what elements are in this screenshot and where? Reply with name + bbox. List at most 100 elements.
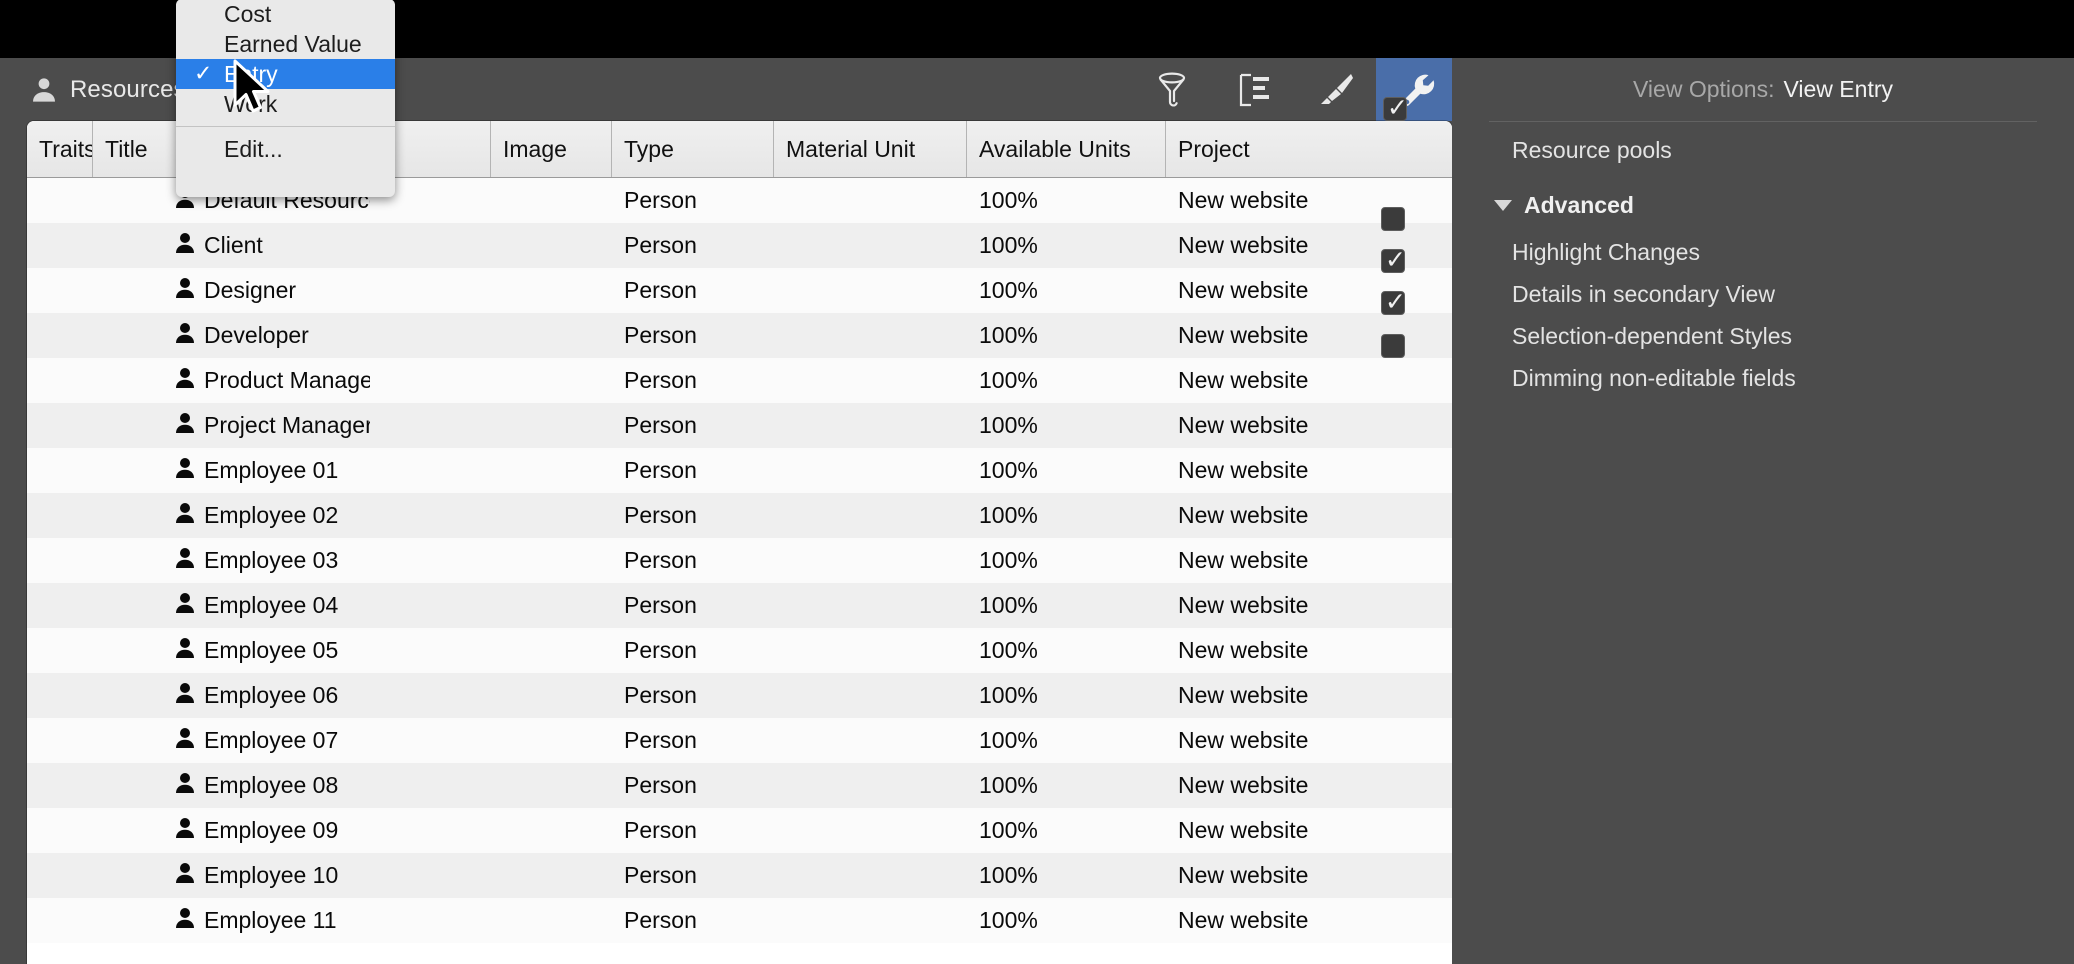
resource-title: Employee 05 — [204, 637, 339, 663]
option-resource-pools[interactable]: Resource pools — [1452, 122, 2074, 179]
table-cell: New website — [1178, 682, 1309, 708]
table-cell — [774, 718, 967, 763]
table-cell: New website — [1178, 187, 1309, 213]
table-row[interactable]: Employee 01 Person 100% New website — [27, 448, 1452, 493]
table-cell: 100% — [979, 682, 1038, 708]
table-cell — [370, 583, 491, 628]
filter-button[interactable] — [1133, 58, 1214, 121]
table-cell — [491, 673, 612, 718]
advanced-option-row[interactable]: Selection-dependent Styles — [1452, 315, 2074, 357]
table-cell — [491, 268, 612, 313]
style-button[interactable] — [1295, 58, 1376, 121]
table-row[interactable]: Developer Person 100% New website — [27, 313, 1452, 358]
menu-item[interactable]: Cost — [176, 0, 395, 29]
table-cell — [774, 628, 967, 673]
table-cell: New website — [1178, 862, 1309, 888]
table-cell: Employee 01 — [93, 448, 370, 493]
table-row[interactable]: Designer Person 100% New website — [27, 268, 1452, 313]
resource-table: Traits Title Image Type Material Unit Availab… — [27, 121, 1452, 964]
table-cell — [774, 358, 967, 403]
table-cell — [491, 718, 612, 763]
table-cell — [774, 583, 967, 628]
table-cell: Person — [624, 412, 697, 438]
table-row[interactable]: Employee 08 Person 100% New website — [27, 763, 1452, 808]
menu-item[interactable]: Earned Value — [176, 29, 395, 59]
table-cell — [27, 808, 93, 853]
table-cell — [27, 538, 93, 583]
table-cell: New website — [1178, 367, 1309, 393]
table-row[interactable]: Employee 05 Person 100% New website — [27, 628, 1452, 673]
table-row[interactable]: Product Manager Person 100% New website — [27, 358, 1452, 403]
table-row[interactable]: Client Person 100% New website — [27, 223, 1452, 268]
table-row[interactable]: Employee 06 Person 100% New website — [27, 673, 1452, 718]
table-cell — [370, 673, 491, 718]
column-header[interactable]: Image — [491, 121, 612, 177]
table-row[interactable]: Employee 02 Person 100% New website — [27, 493, 1452, 538]
table-cell: 100% — [979, 907, 1038, 933]
table-cell — [370, 493, 491, 538]
table-row[interactable]: Employee 09 Person 100% New website — [27, 808, 1452, 853]
toolbar-button-group — [1133, 58, 1457, 121]
table-cell: Employee 02 — [93, 493, 370, 538]
table-cell — [370, 223, 491, 268]
advanced-option-row[interactable]: Details in secondary View — [1452, 273, 2074, 315]
advanced-option-row[interactable]: Dimming non-editable fields — [1452, 357, 2074, 399]
table-cell: Project Manager — [93, 403, 370, 448]
table-cell — [370, 403, 491, 448]
column-header[interactable]: Available Units — [967, 121, 1166, 177]
menu-item[interactable]: Work — [176, 89, 395, 119]
view-options-panel: View Options: View Entry Resource pools … — [1452, 58, 2074, 964]
table-cell: New website — [1178, 502, 1309, 528]
menu-item-edit[interactable]: Edit... — [176, 134, 395, 164]
table-cell: Person — [624, 592, 697, 618]
person-icon — [93, 502, 195, 530]
person-icon — [93, 637, 195, 665]
checkbox-highlight-changes[interactable] — [1381, 207, 1405, 231]
table-body[interactable]: Default Resource Person 100% New website Cli… — [27, 178, 1452, 964]
menu-separator — [176, 126, 395, 127]
column-header[interactable]: Project — [1166, 121, 1452, 177]
table-cell: New website — [1178, 322, 1309, 348]
person-icon — [93, 592, 195, 620]
table-cell — [27, 673, 93, 718]
table-cell: 100% — [979, 187, 1038, 213]
person-icon — [93, 367, 195, 395]
resource-title: Employee 10 — [204, 862, 339, 888]
advanced-section-header[interactable]: Advanced — [1452, 179, 2074, 231]
table-cell: 100% — [979, 232, 1038, 258]
table-cell — [491, 628, 612, 673]
person-icon — [93, 232, 195, 260]
checkbox-selection-dependent-styles[interactable]: ✓ — [1381, 288, 1406, 316]
table-row[interactable]: Project Manager Person 100% New website — [27, 403, 1452, 448]
table-row[interactable]: Employee 11 Person 100% New website — [27, 898, 1452, 943]
table-cell — [774, 673, 967, 718]
outline-button[interactable] — [1214, 58, 1295, 121]
table-row[interactable]: Employee 07 Person 100% New website — [27, 718, 1452, 763]
column-header[interactable]: Material Unit — [774, 121, 967, 177]
advanced-option-row[interactable]: Highlight Changes — [1452, 231, 2074, 273]
table-cell — [774, 313, 967, 358]
table-cell: Employee 09 — [93, 808, 370, 853]
person-icon — [93, 547, 195, 575]
table-row[interactable]: Employee 04 Person 100% New website — [27, 583, 1452, 628]
column-header[interactable]: Traits — [27, 121, 93, 177]
table-cell: 100% — [979, 727, 1038, 753]
view-dropdown-menu[interactable]: Cost Earned Value ✓ Entry Work Edit... — [176, 0, 395, 197]
table-cell — [370, 358, 491, 403]
table-cell — [27, 358, 93, 403]
checkbox-resource-pools[interactable]: ✓ — [1383, 94, 1408, 122]
table-cell — [774, 448, 967, 493]
table-cell — [370, 763, 491, 808]
checkbox-dimming-non-editable-fields[interactable] — [1381, 334, 1405, 358]
table-row[interactable]: Employee 10 Person 100% New website — [27, 853, 1452, 898]
advanced-section-title: Advanced — [1524, 191, 1634, 218]
checkbox-details-secondary-view[interactable]: ✓ — [1381, 246, 1406, 274]
menu-item[interactable]: ✓ Entry — [176, 59, 395, 89]
menu-item-label: Work — [224, 90, 278, 117]
table-cell: 100% — [979, 502, 1038, 528]
table-cell — [27, 718, 93, 763]
inspector-header-label: View Options: — [1633, 76, 1775, 102]
menu-item-label: Cost — [224, 0, 272, 27]
column-header[interactable]: Type — [612, 121, 774, 177]
table-row[interactable]: Employee 03 Person 100% New website — [27, 538, 1452, 583]
